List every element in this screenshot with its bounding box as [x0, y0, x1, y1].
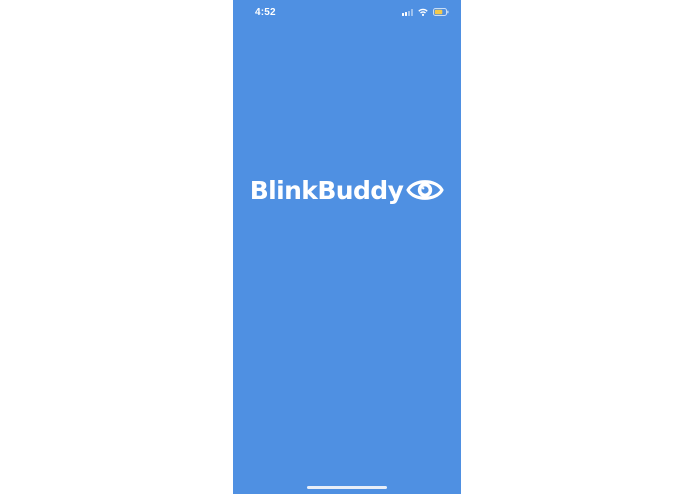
home-indicator[interactable] — [307, 486, 387, 489]
status-icons — [402, 8, 449, 16]
app-name: BlinkBuddy — [249, 175, 404, 205]
cellular-signal-icon — [402, 8, 413, 16]
splash-screen: 4:52 BlinkBuddy — [233, 0, 461, 494]
status-bar: 4:52 — [233, 0, 461, 26]
status-time: 4:52 — [255, 7, 276, 18]
eye-icon — [406, 176, 444, 204]
app-logo: BlinkBuddy — [233, 170, 461, 210]
page: 4:52 BlinkBuddy — [0, 0, 695, 494]
battery-icon — [433, 8, 449, 16]
wifi-icon — [418, 8, 428, 16]
